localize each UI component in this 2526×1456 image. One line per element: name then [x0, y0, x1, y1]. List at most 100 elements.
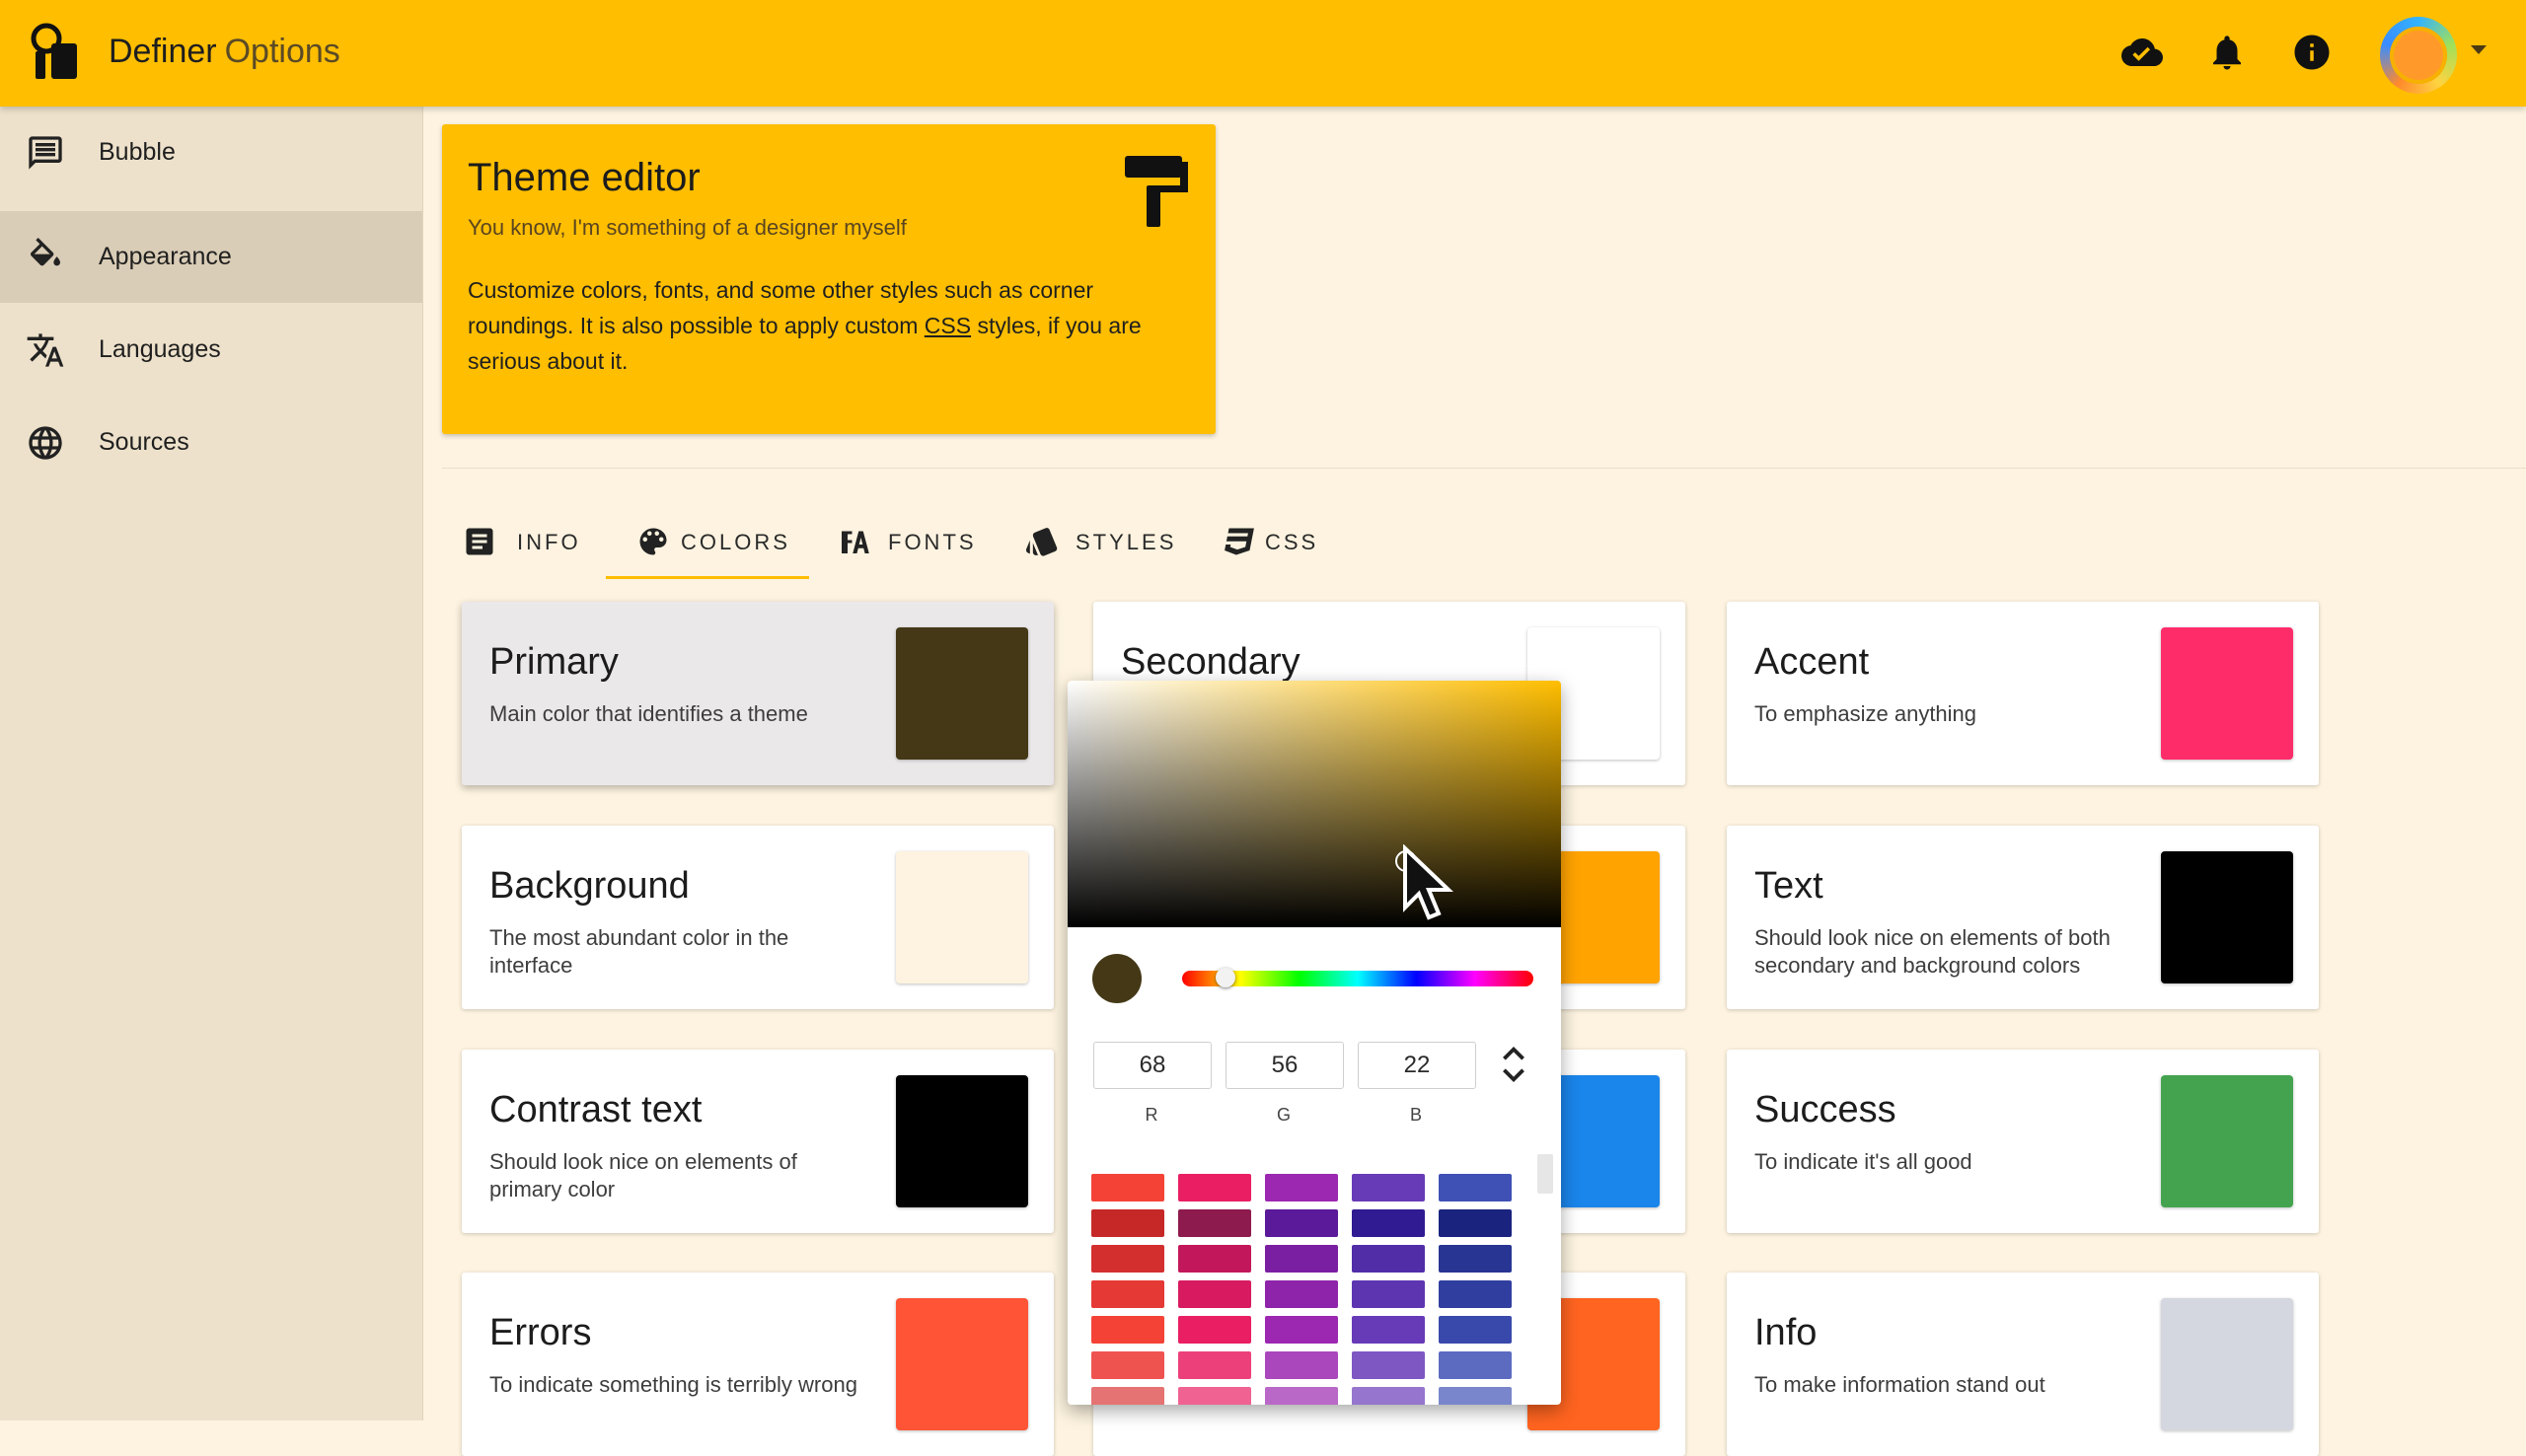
- paint-bucket-icon: [30, 238, 60, 266]
- palette-swatch[interactable]: [1091, 1351, 1164, 1379]
- palette-swatch[interactable]: [1352, 1316, 1425, 1344]
- color-card-accent[interactable]: Accent To emphasize anything: [1727, 602, 2319, 785]
- blue-input[interactable]: 22: [1358, 1042, 1476, 1089]
- input-mode-toggle-icon[interactable]: [1498, 1042, 1529, 1087]
- cloud-done-icon[interactable]: [2121, 32, 2163, 73]
- document-icon: [466, 528, 493, 555]
- tab-css[interactable]: CSS: [1222, 503, 1330, 582]
- sidebar-item-bubble[interactable]: Bubble: [0, 107, 422, 198]
- user-avatar[interactable]: [2380, 17, 2457, 94]
- card-description: To make information stand out: [1754, 1372, 2045, 1397]
- palette-swatch[interactable]: [1439, 1174, 1512, 1201]
- color-swatch[interactable]: [2161, 1075, 2293, 1207]
- color-swatch[interactable]: [896, 1075, 1028, 1207]
- app-section-name: Options: [224, 33, 340, 70]
- palette-swatch[interactable]: [1439, 1245, 1512, 1273]
- bell-icon[interactable]: [2206, 32, 2248, 73]
- color-card-contrast-text[interactable]: Contrast text Should look nice on elemen…: [462, 1050, 1054, 1233]
- palette-swatch[interactable]: [1178, 1316, 1251, 1344]
- green-input[interactable]: 56: [1226, 1042, 1344, 1089]
- color-swatch[interactable]: [2161, 1298, 2293, 1430]
- palette-swatch[interactable]: [1091, 1209, 1164, 1237]
- palette-swatch[interactable]: [1265, 1280, 1338, 1308]
- palette-swatch[interactable]: [1178, 1387, 1251, 1405]
- section-divider: [442, 468, 2526, 469]
- page-description: Customize colors, fonts, and some other …: [468, 272, 1198, 379]
- sidebar-item-languages[interactable]: Languages: [0, 304, 422, 396]
- palette-swatch[interactable]: [1091, 1280, 1164, 1308]
- tab-label: INFO: [517, 530, 581, 554]
- tab-fonts[interactable]: FONTS: [839, 503, 987, 582]
- palette-swatch[interactable]: [1178, 1280, 1251, 1308]
- palette-swatch[interactable]: [1178, 1209, 1251, 1237]
- translate-icon: [27, 333, 64, 367]
- palette-swatch[interactable]: [1352, 1209, 1425, 1237]
- sidebar-item-label: Languages: [99, 335, 221, 363]
- card-description: To emphasize anything: [1754, 701, 1977, 726]
- hue-slider-handle[interactable]: [1216, 968, 1235, 987]
- card-title: Contrast text: [489, 1089, 703, 1130]
- palette-swatch[interactable]: [1178, 1174, 1251, 1201]
- red-input[interactable]: 68: [1093, 1042, 1212, 1089]
- card-description: Should look nice on elements of primary …: [489, 1149, 797, 1201]
- sidebar-item-appearance[interactable]: Appearance: [0, 211, 422, 303]
- palette-swatch[interactable]: [1352, 1245, 1425, 1273]
- palette-swatch[interactable]: [1352, 1174, 1425, 1201]
- palette-swatch[interactable]: [1091, 1316, 1164, 1344]
- palette-swatch[interactable]: [1439, 1209, 1512, 1237]
- card-title: Background: [489, 865, 690, 907]
- page-subtitle: You know, I'm something of a designer my…: [468, 215, 907, 240]
- palette-swatch[interactable]: [1265, 1209, 1338, 1237]
- page-title: Theme editor: [468, 156, 701, 199]
- account-menu-caret-icon[interactable]: [2471, 45, 2487, 54]
- palette-swatch[interactable]: [1091, 1245, 1164, 1273]
- color-picker-popover: 68 56 22 R G B: [1068, 681, 1561, 1405]
- info-icon[interactable]: [2291, 32, 2333, 73]
- palette-swatch[interactable]: [1439, 1280, 1512, 1308]
- card-title: Text: [1754, 865, 1823, 907]
- palette-swatch[interactable]: [1091, 1174, 1164, 1201]
- color-card-background[interactable]: Background The most abundant color in th…: [462, 826, 1054, 1009]
- palette-swatch[interactable]: [1439, 1351, 1512, 1379]
- tab-styles[interactable]: STYLES: [1024, 503, 1182, 582]
- color-card-success[interactable]: Success To indicate it's all good: [1727, 1050, 2319, 1233]
- color-swatch[interactable]: [896, 1298, 1028, 1430]
- color-swatch[interactable]: [2161, 627, 2293, 760]
- palette-swatch[interactable]: [1265, 1245, 1338, 1273]
- palette-swatch[interactable]: [1091, 1387, 1164, 1405]
- sidebar-item-sources[interactable]: Sources: [0, 397, 422, 488]
- saturation-value-area[interactable]: [1068, 681, 1561, 927]
- palette-swatch[interactable]: [1439, 1387, 1512, 1405]
- palette-swatch[interactable]: [1265, 1387, 1338, 1405]
- color-card-primary[interactable]: Primary Main color that identifies a the…: [462, 602, 1054, 785]
- tab-label: CSS: [1265, 530, 1319, 554]
- palette-swatch[interactable]: [1178, 1245, 1251, 1273]
- palette-swatch[interactable]: [1352, 1387, 1425, 1405]
- palette-swatch[interactable]: [1352, 1280, 1425, 1308]
- color-card-info[interactable]: Info To make information stand out: [1727, 1273, 2319, 1456]
- color-swatch[interactable]: [896, 627, 1028, 760]
- color-card-errors[interactable]: Errors To indicate something is terribly…: [462, 1273, 1054, 1456]
- card-description: To indicate something is terribly wrong: [489, 1372, 857, 1397]
- app-logo-icon: [31, 23, 77, 79]
- color-swatch[interactable]: [896, 851, 1028, 983]
- palette-swatch[interactable]: [1265, 1351, 1338, 1379]
- card-description: To indicate it's all good: [1754, 1149, 1972, 1174]
- tab-colors[interactable]: COLORS: [635, 503, 803, 582]
- palette-swatch[interactable]: [1352, 1351, 1425, 1379]
- card-title: Success: [1754, 1089, 1896, 1130]
- card-title: Primary: [489, 641, 619, 683]
- color-card-text[interactable]: Text Should look nice on elements of bot…: [1727, 826, 2319, 1009]
- color-swatch[interactable]: [2161, 851, 2293, 983]
- css-link[interactable]: CSS: [925, 313, 971, 338]
- palette-swatch[interactable]: [1178, 1351, 1251, 1379]
- styles-icon: [1025, 528, 1058, 556]
- palette-swatch[interactable]: [1265, 1316, 1338, 1344]
- palette-swatch[interactable]: [1265, 1174, 1338, 1201]
- tab-info[interactable]: INFO: [462, 503, 578, 582]
- palette-swatch[interactable]: [1439, 1316, 1512, 1344]
- palette-scrollbar[interactable]: [1537, 1154, 1553, 1194]
- card-title: Secondary: [1121, 641, 1300, 683]
- red-label: R: [1145, 1105, 1158, 1125]
- sidebar-item-label: Appearance: [99, 243, 232, 270]
